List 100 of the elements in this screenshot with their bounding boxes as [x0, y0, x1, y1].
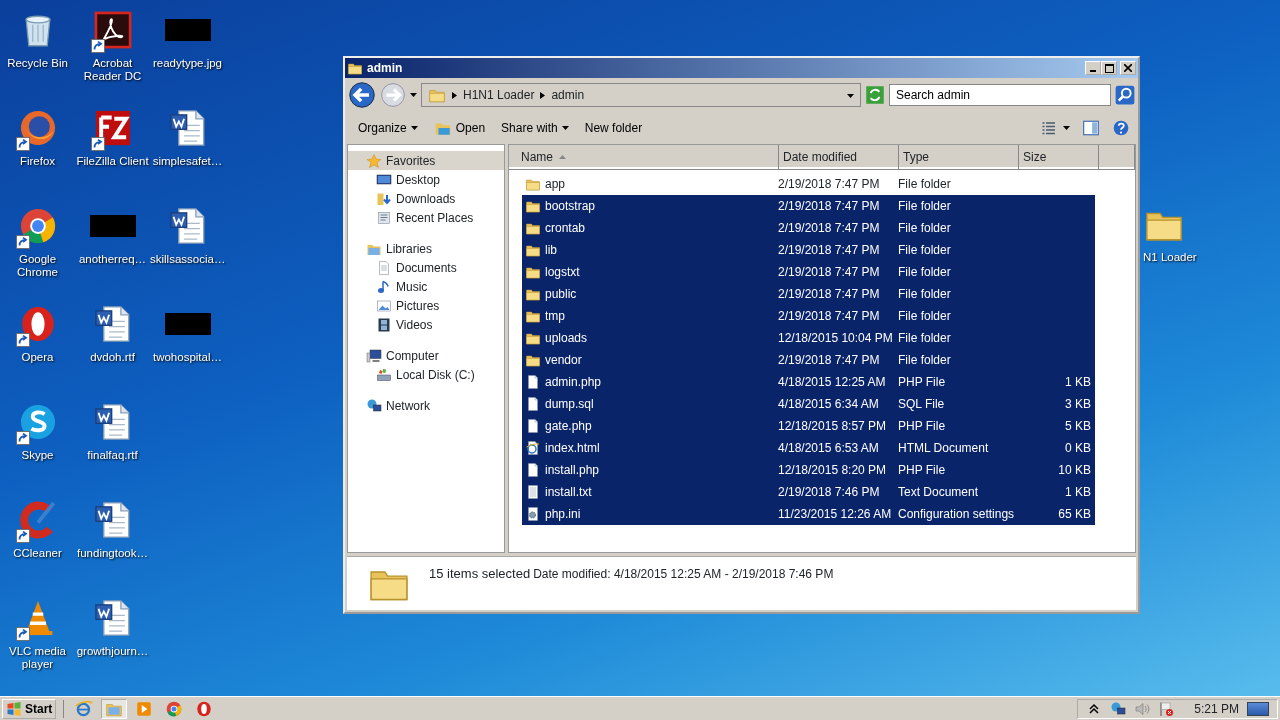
- file-name: vendor: [545, 352, 582, 369]
- file-row[interactable]: public 2/19/2018 7:47 PM File folder: [522, 283, 1095, 305]
- file-icon: [525, 374, 541, 390]
- file-row[interactable]: gate.php 12/18/2015 8:57 PM PHP File 5 KB: [522, 415, 1095, 437]
- date-range: Date modified: 4/18/2015 12:25 AM - 2/19/2018 7:46 PM: [533, 566, 834, 583]
- type-cell-text: PHP File: [898, 374, 947, 391]
- file-name: app: [545, 176, 566, 193]
- address-bar[interactable]: H1N1 Loader admin: [421, 83, 861, 107]
- maximize-button[interactable]: [1101, 61, 1117, 75]
- desktop-icon-label[interactable]: simplesafet…: [150, 155, 225, 168]
- file-row[interactable]: install.txt 2/19/2018 7:46 PM Text Document 1 KB: [522, 481, 1095, 503]
- desktop-icon-label[interactable]: Google Chrome: [0, 253, 75, 279]
- nav-item[interactable]: Downloads: [348, 189, 504, 208]
- folder-icon: [525, 286, 541, 302]
- toolbar-button[interactable]: Organize: [353, 117, 423, 139]
- file-row[interactable]: php.ini 11/23/2015 12:26 AM Configuration settings 65 KB: [522, 503, 1095, 525]
- file-row[interactable]: app 2/19/2018 7:47 PM File folder: [522, 173, 1095, 195]
- column-header[interactable]: Type: [899, 145, 1019, 170]
- nav-item[interactable]: Recent Places: [348, 208, 504, 227]
- column-header[interactable]: Name: [509, 145, 779, 170]
- file-row[interactable]: lib 2/19/2018 7:47 PM File folder: [522, 239, 1095, 261]
- desktop-icon-label[interactable]: Opera: [0, 351, 75, 364]
- date-cell-text: 2/19/2018 7:47 PM: [778, 242, 881, 259]
- nav-group[interactable]: Computer: [348, 346, 504, 365]
- desktop-icon-label[interactable]: finalfaq.rtf: [75, 449, 150, 462]
- nav-group[interactable]: Network: [348, 396, 504, 415]
- toolbar-button[interactable]: Open: [428, 117, 491, 139]
- nav-item[interactable]: Local Disk (C:): [348, 365, 504, 384]
- search-icon[interactable]: [1115, 85, 1135, 105]
- file-name: php.ini: [545, 506, 581, 523]
- breadcrumb[interactable]: admin: [551, 86, 585, 104]
- type-cell-text: Text Document: [898, 484, 980, 501]
- date-cell-text: 11/23/2015 12:26 AM: [778, 506, 893, 523]
- network-icon: [366, 397, 382, 414]
- file-row[interactable]: index.html 4/18/2015 6:53 AM HTML Document 0 KB: [522, 437, 1095, 459]
- desktop-icon-label[interactable]: growthjourn…: [75, 645, 150, 658]
- date-cell-text: 2/19/2018 7:47 PM: [778, 220, 881, 237]
- nav-item[interactable]: Documents: [348, 258, 504, 277]
- size-cell-text: 1 KB: [1064, 374, 1092, 391]
- desktop-icon-label[interactable]: readytype.jpg: [150, 57, 225, 70]
- toolbar-button[interactable]: New folder: [579, 117, 648, 139]
- picture-icon: [376, 297, 392, 314]
- help-icon[interactable]: [1112, 119, 1130, 138]
- folder-icon: [525, 242, 541, 258]
- desktop-icon-label[interactable]: skillsassocia…: [150, 253, 225, 266]
- column-header[interactable]: Size: [1019, 145, 1099, 170]
- column-header[interactable]: Date modified: [779, 145, 899, 170]
- file-row[interactable]: uploads 12/18/2015 10:04 PM File folder: [522, 327, 1095, 349]
- chevron-right-icon[interactable]: [540, 91, 546, 99]
- preview-pane-icon[interactable]: [1082, 119, 1100, 138]
- nav-item[interactable]: Videos: [348, 315, 504, 334]
- desktop-icon-label[interactable]: Skype: [0, 449, 75, 462]
- start-button[interactable]: Start: [2, 698, 57, 719]
- close-button[interactable]: [1120, 61, 1136, 75]
- nav-group[interactable]: Favorites: [348, 151, 504, 170]
- file-row[interactable]: dump.sql 4/18/2015 6:34 AM SQL File 3 KB: [522, 393, 1095, 415]
- nav-group[interactable]: Libraries: [348, 239, 504, 258]
- desktop-icon-label[interactable]: dvdoh.rtf: [75, 351, 150, 364]
- show-desktop-button[interactable]: [1247, 701, 1269, 716]
- desktop-icon-label[interactable]: anotherreq…: [75, 253, 150, 266]
- date-cell-text: 12/18/2015 8:57 PM: [778, 418, 888, 435]
- file-name: index.html: [545, 440, 600, 457]
- file-row[interactable]: bootstrap 2/19/2018 7:47 PM File folder: [522, 195, 1095, 217]
- file-name: tmp: [545, 308, 565, 325]
- file-row[interactable]: admin.php 4/18/2015 12:25 AM PHP File 1 KB: [522, 371, 1095, 393]
- toolbar-button[interactable]: Share with: [496, 117, 574, 139]
- clock[interactable]: 5:21 PM: [1194, 699, 1239, 718]
- file-row[interactable]: tmp 2/19/2018 7:47 PM File folder: [522, 305, 1095, 327]
- file-row[interactable]: crontab 2/19/2018 7:47 PM File folder: [522, 217, 1095, 239]
- breadcrumb[interactable]: H1N1 Loader: [463, 86, 535, 104]
- nav-item[interactable]: Desktop: [348, 170, 504, 189]
- document-icon: [376, 259, 392, 276]
- chevron-right-icon[interactable]: [452, 91, 457, 99]
- monitor-icon: [376, 171, 392, 188]
- back-icon[interactable]: [348, 81, 376, 109]
- refresh-icon[interactable]: [865, 85, 885, 105]
- desktop-icon-label[interactable]: N1 Loader: [1143, 251, 1197, 264]
- desktop-icon-label[interactable]: CCleaner: [0, 547, 75, 560]
- minimize-button[interactable]: [1085, 61, 1101, 75]
- type-cell-text: File folder: [898, 308, 952, 325]
- desktop-icon-label[interactable]: VLC media player: [0, 645, 75, 671]
- desktop-icon-label[interactable]: Recycle Bin: [0, 57, 75, 70]
- desktop-icon-label[interactable]: twohospital…: [150, 351, 225, 364]
- desktop-icon-label[interactable]: Firefox: [0, 155, 75, 168]
- network-icon[interactable]: [1110, 700, 1127, 717]
- file-row[interactable]: install.php 12/18/2015 8:20 PM PHP File 10 KB: [522, 459, 1095, 481]
- desktop-icon-label[interactable]: FileZilla Client: [75, 155, 150, 168]
- file-row[interactable]: logstxt 2/19/2018 7:47 PM File folder: [522, 261, 1095, 283]
- view-list-icon[interactable]: [1041, 120, 1057, 136]
- search-field[interactable]: Search admin: [889, 84, 1111, 106]
- nav-item[interactable]: Music: [348, 277, 504, 296]
- file-name: uploads: [545, 330, 588, 347]
- type-cell-text: PHP File: [898, 418, 947, 435]
- file-icon: [525, 462, 541, 478]
- desktop-icon-label[interactable]: Acrobat Reader DC: [75, 57, 150, 83]
- file-row[interactable]: vendor 2/19/2018 7:47 PM File folder: [522, 349, 1095, 371]
- flag-icon[interactable]: [1158, 700, 1175, 717]
- nav-item[interactable]: Pictures: [348, 296, 504, 315]
- caret-icon: [847, 93, 854, 98]
- desktop-icon-label[interactable]: fundingtook…: [75, 547, 150, 560]
